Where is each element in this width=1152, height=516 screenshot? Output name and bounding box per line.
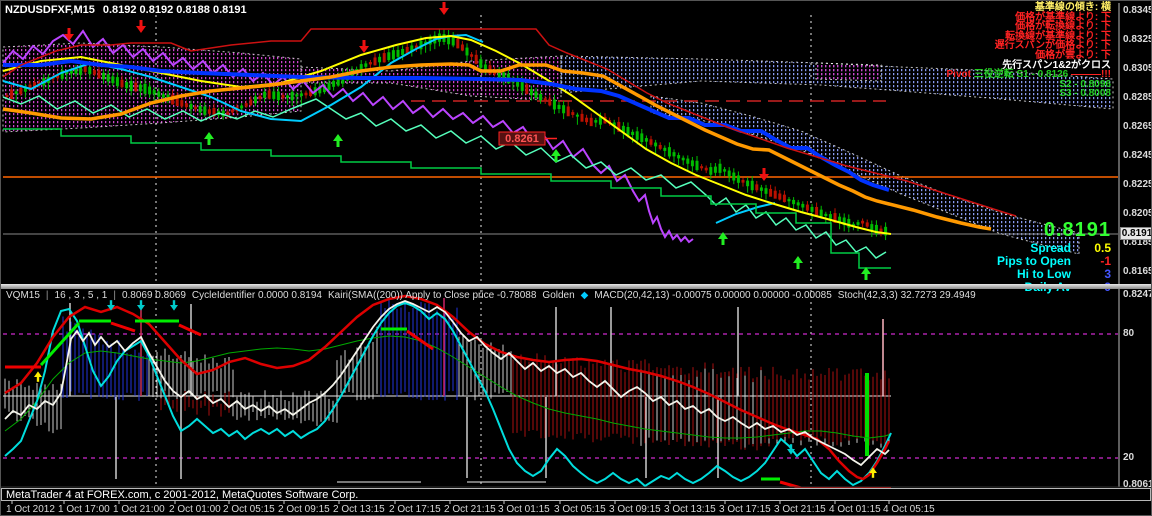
time-tick-label: 4 Oct 01:15 (829, 504, 881, 515)
indicator-header-segment: Golden (542, 290, 575, 301)
time-tick-label: 2 Oct 09:15 (278, 504, 330, 515)
price-tick-label: 0.8265 (1123, 121, 1152, 132)
price-tick-label: 0.8225 (1123, 179, 1152, 190)
time-tick-label: 3 Oct 09:15 (609, 504, 661, 515)
time-tick-label: 4 Oct 05:15 (883, 504, 935, 515)
price-tick-label: 0.8345 (1123, 5, 1152, 16)
time-tick-label: 2 Oct 21:15 (444, 504, 496, 515)
indicator-header-segment: Kairi(SMA((200)) Apply to Close price -0… (327, 290, 537, 301)
indicator-tick-label: 0.8247 (1123, 289, 1152, 300)
indicator-header-segment: ◆ (580, 290, 589, 301)
indicator-tick-label: 80 (1123, 328, 1135, 339)
price-tick-label: 0.8325 (1123, 34, 1152, 45)
current-price: 0.8191 (1043, 219, 1111, 241)
symbol-period-label: NZDUSDFXF,M15 (5, 4, 95, 16)
time-tick-label: 2 Oct 01:00 (169, 504, 221, 515)
indicator-header-segment: 0.8069 0.8069 (121, 290, 186, 301)
time-tick-label: 3 Oct 05:15 (554, 504, 606, 515)
indicator-header-segment: VQM15 (6, 290, 40, 301)
indicator-tick-label: 20 (1123, 452, 1135, 463)
indicator-header: VQM15 | 16 , 3 , 5 , 1 | 0.8069 0.8069 CycleI… (6, 290, 982, 301)
status-bar: MetaTrader 4 at FOREX.com, c 2001-2012, … (1, 488, 1151, 501)
price-tick-label: 0.8305 (1123, 63, 1152, 74)
quote-panel: 0.8191 Spread 0.5 Pips to Open -1 Hi to Low 3… (987, 219, 1111, 294)
price-tick-label: 0.8205 (1123, 208, 1152, 219)
indicator-header-segment: | (113, 290, 116, 301)
indicator-header-segment: CycleIdentifier 0.0000 0.8194 (191, 290, 322, 301)
indicator-header-segment: 16 , 3 , 5 , 1 (54, 290, 108, 301)
time-tick-label: 2 Oct 17:15 (389, 504, 441, 515)
pane-divider[interactable] (1, 284, 1151, 289)
time-tick-label: 1 Oct 2012 (6, 504, 55, 515)
chart-title: NZDUSDFXF,M15 0.8192 0.8192 0.8188 0.8191 (5, 4, 255, 16)
time-tick-label: 3 Oct 01:15 (498, 504, 550, 515)
time-tick-label: 1 Oct 21:00 (113, 504, 165, 515)
mt4-chart-window: 0.8261 NZDUSDFXF,M15 0.8192 0.8192 0.8188… (0, 0, 1152, 516)
time-tick-label: 2 Oct 05:15 (223, 504, 275, 515)
ohlc-quote: 0.8192 0.8192 0.8188 0.8191 (102, 4, 247, 16)
price-tick-label: 0.8245 (1123, 150, 1152, 161)
indicator-header-segment: Stoch(42,3,3) 32.7273 29.4949 (837, 290, 976, 301)
time-tick-label: 3 Oct 21:15 (774, 504, 826, 515)
indicator-pane[interactable] (1, 289, 1119, 489)
ichimoku-status-panel: 基準線の傾き: 横価格が基準線より: 下価格が転換線より: 下転換線が基準線より… (947, 3, 1112, 99)
indicator-header-segment: MACD(20,42,13) -0.00075 0.00000 0.00000 … (594, 290, 832, 301)
price-tick-label: 0.8285 (1123, 92, 1152, 103)
time-tick-label: 2 Oct 13:15 (333, 504, 385, 515)
copyright-text: MetaTrader 4 at FOREX.com, c 2001-2012, … (6, 489, 359, 501)
indicator-header-segment: | (45, 290, 49, 301)
price-tick-label: 0.8165 (1123, 266, 1152, 277)
time-tick-label: 1 Oct 17:00 (58, 504, 110, 515)
ichimoku-status-line: S3 - 0.8008 (1059, 88, 1111, 100)
current-price-box: 0.8191 (1120, 227, 1152, 240)
time-tick-label: 3 Oct 17:15 (719, 504, 771, 515)
time-tick-label: 3 Oct 13:15 (664, 504, 716, 515)
